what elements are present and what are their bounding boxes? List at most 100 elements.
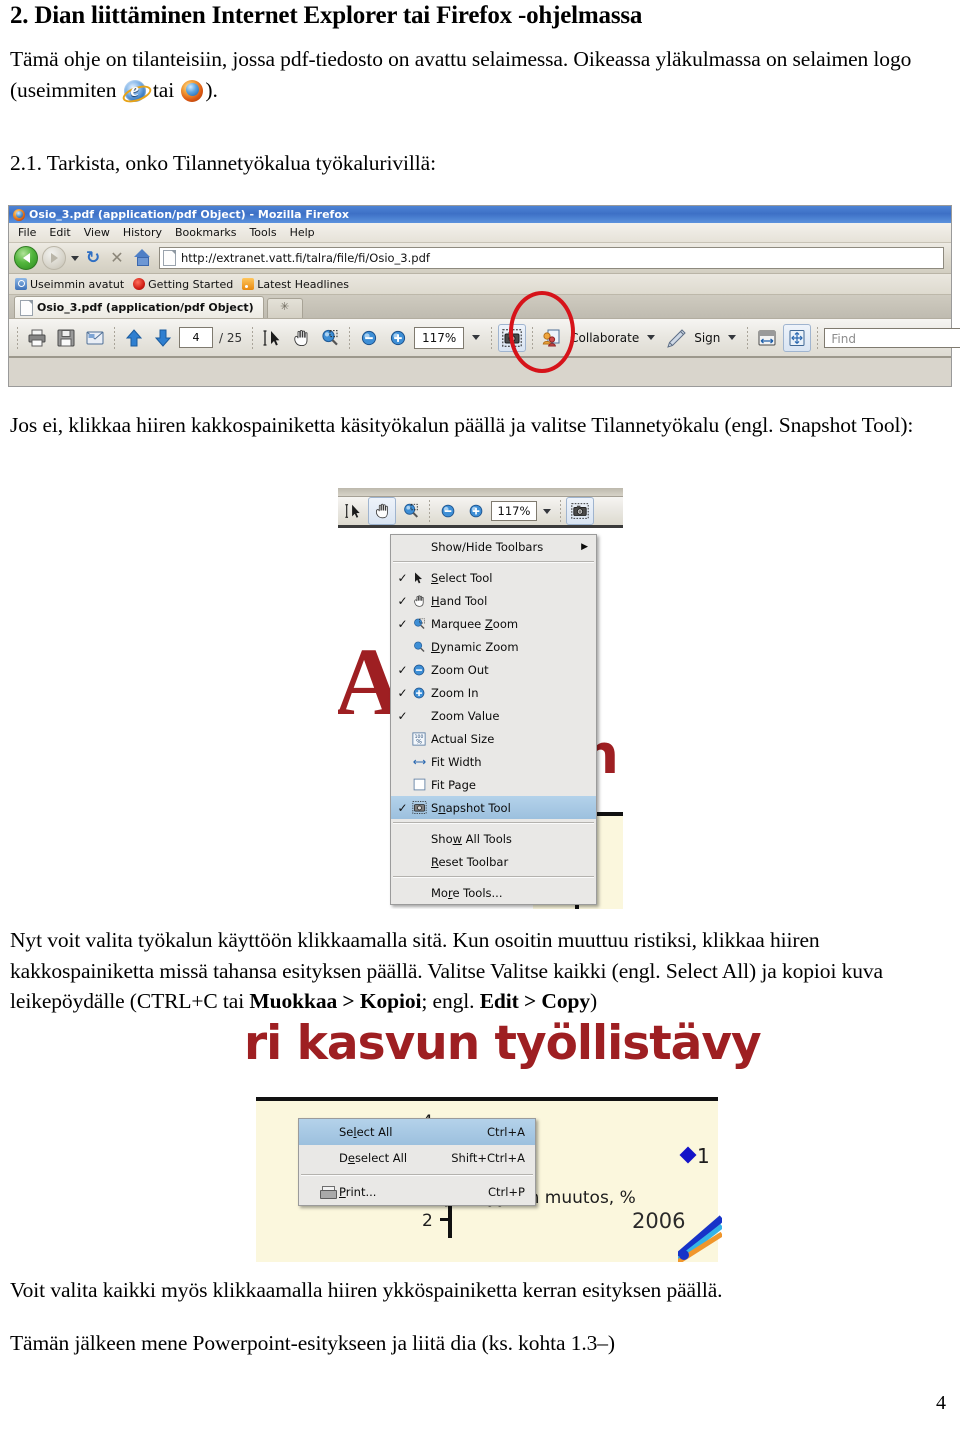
pdf-slide-heading: ri kasvun työllistävy xyxy=(244,1016,762,1071)
toolbar-separator xyxy=(429,500,430,522)
find-input[interactable]: Find xyxy=(824,327,960,348)
menu-item-snapshot-tool[interactable]: ✓ Snapshot Tool xyxy=(391,796,596,819)
menu-item-select-all[interactable]: Select All Ctrl+A xyxy=(299,1119,535,1145)
firefox-tabstrip: Osio_3.pdf (application/pdf Object) xyxy=(9,295,951,318)
window-title: Osio_3.pdf (application/pdf Object) - Mo… xyxy=(29,208,349,221)
snapshot-tool-icon[interactable] xyxy=(498,323,527,352)
menu-edit[interactable]: Edit xyxy=(49,226,70,239)
menu-history[interactable]: History xyxy=(123,226,162,239)
menu-item-deselect-all[interactable]: Deselect All Shift+Ctrl+A xyxy=(299,1145,535,1171)
marquee-zoom-icon[interactable] xyxy=(398,498,424,524)
menu-item-zoom-in[interactable]: ✓ Zoom In xyxy=(391,681,596,704)
menu-item-label: Actual Size xyxy=(431,731,495,746)
menu-item-select-tool[interactable]: ✓ Select Tool xyxy=(391,566,596,589)
hand-tool-icon[interactable] xyxy=(368,497,396,525)
chart-tick-mark-bottom xyxy=(440,1218,449,1221)
toolbar-separator xyxy=(252,326,254,349)
new-tab-icon[interactable] xyxy=(266,298,303,318)
zoom-in-icon xyxy=(410,685,428,700)
actual-size-icon: 100 % xyxy=(410,731,428,746)
menu-item-dynamic-zoom[interactable]: Dynamic Zoom xyxy=(391,635,596,658)
acrobat-toolbar-fragment: 117% xyxy=(338,497,623,528)
menu-tools[interactable]: Tools xyxy=(249,226,276,239)
zoom-in-icon[interactable] xyxy=(385,325,411,351)
check-mark-icon: ✓ xyxy=(397,685,408,700)
check-mark-icon: ✓ xyxy=(397,708,408,723)
bookmark-useimmin-avatut[interactable]: Useimmin avatut xyxy=(15,278,124,291)
home-icon[interactable] xyxy=(131,249,153,267)
up-arrow-icon[interactable] xyxy=(121,325,147,351)
sign-pen-icon[interactable] xyxy=(663,325,689,351)
bold-muokkaa-kopioi: Muokkaa > Kopioi xyxy=(249,989,422,1014)
hand-tool-icon[interactable] xyxy=(288,325,314,351)
screenshot-top-edge xyxy=(338,488,623,497)
chevron-down-icon[interactable] xyxy=(472,335,481,340)
menu-item-label: Hand Tool xyxy=(431,593,488,608)
print-icon xyxy=(318,1185,337,1200)
zoom-out-icon[interactable] xyxy=(435,498,461,524)
check-mark-icon: ✓ xyxy=(397,593,408,608)
chevron-down-icon[interactable] xyxy=(647,335,656,340)
submenu-arrow-icon: ▶ xyxy=(581,541,588,552)
menu-item-print[interactable]: Print... Ctrl+P xyxy=(299,1179,535,1205)
menu-item-reset-toolbar[interactable]: Reset Toolbar xyxy=(391,850,596,873)
menu-item-fit-width[interactable]: Fit Width xyxy=(391,750,596,773)
tab-osio-3-pdf[interactable]: Osio_3.pdf (application/pdf Object) xyxy=(14,296,264,318)
paragraph-jos-ei: Jos ei, klikkaa hiiren kakkospainiketta … xyxy=(10,413,914,437)
save-icon[interactable] xyxy=(53,325,79,351)
forward-arrow-icon[interactable] xyxy=(42,246,66,270)
step-2-1-heading: 2.1. Tarkista, onko Tilannetyökalua työk… xyxy=(10,151,436,175)
menu-item-show-all-tools[interactable]: Show All Tools xyxy=(391,827,596,850)
zoom-in-icon[interactable] xyxy=(463,498,489,524)
toolbar-separator xyxy=(491,326,493,349)
menu-item-more-tools[interactable]: More Tools... xyxy=(391,881,596,904)
zoom-value-input[interactable]: 117% xyxy=(414,326,465,349)
toolbar-separator xyxy=(560,500,561,522)
sign-label[interactable]: Sign xyxy=(694,331,720,345)
menu-item-hand-tool[interactable]: ✓ Hand Tool xyxy=(391,589,596,612)
stop-icon[interactable]: ✕ xyxy=(107,250,127,266)
down-arrow-icon[interactable] xyxy=(150,325,176,351)
collaborate-icon[interactable] xyxy=(539,325,565,351)
reload-icon[interactable]: ↻ xyxy=(83,249,103,267)
snapshot-tool-icon[interactable] xyxy=(566,497,594,525)
menu-separator xyxy=(393,822,594,824)
menu-item-label: Fit Width xyxy=(431,754,482,769)
menu-file[interactable]: File xyxy=(18,226,36,239)
select-tool-icon[interactable] xyxy=(259,325,285,351)
menu-item-label: Zoom In xyxy=(431,685,479,700)
bookmark-latest-headlines[interactable]: Latest Headlines xyxy=(242,278,349,291)
menu-item-marquee-zoom[interactable]: ✓ Marquee Zoom xyxy=(391,612,596,635)
print-icon[interactable] xyxy=(24,325,50,351)
menu-help[interactable]: Help xyxy=(290,226,315,239)
menu-item-zoom-out[interactable]: ✓ Zoom Out xyxy=(391,658,596,681)
firefox-titlebar: Osio_3.pdf (application/pdf Object) - Mo… xyxy=(9,206,951,223)
check-mark-icon: ✓ xyxy=(397,662,408,677)
email-icon[interactable] xyxy=(82,325,108,351)
menu-item-zoom-value[interactable]: ✓ Zoom Value xyxy=(391,704,596,727)
menu-item-actual-size[interactable]: 100 % Actual Size xyxy=(391,727,596,750)
bookmark-getting-started[interactable]: Getting Started xyxy=(133,278,233,291)
page-total-label: / 25 xyxy=(219,330,243,345)
select-tool-icon[interactable] xyxy=(340,498,366,524)
menu-bookmarks[interactable]: Bookmarks xyxy=(175,226,236,239)
menu-item-show-hide-toolbars[interactable]: Show/Hide Toolbars ▶ xyxy=(391,535,596,558)
chevron-down-icon[interactable] xyxy=(728,335,737,340)
fit-page-icon[interactable] xyxy=(783,323,812,352)
menu-item-fit-page[interactable]: Fit Page xyxy=(391,773,596,796)
most-visited-icon xyxy=(15,278,27,290)
zoom-value-input[interactable]: 117% xyxy=(491,501,537,521)
chevron-down-icon[interactable] xyxy=(543,508,551,514)
zoom-out-icon[interactable] xyxy=(356,325,382,351)
url-address-bar[interactable]: http://extranet.vatt.fi/talra/file/fi/Os… xyxy=(159,247,944,269)
marquee-zoom-icon[interactable] xyxy=(317,325,343,351)
collaborate-label[interactable]: Collaborate xyxy=(570,331,639,345)
menu-item-label: Reset Toolbar xyxy=(431,854,509,869)
menu-view[interactable]: View xyxy=(84,226,110,239)
page-number-input[interactable]: 4 xyxy=(179,327,213,348)
fit-width-icon[interactable] xyxy=(754,325,780,351)
menu-icon-placeholder xyxy=(410,708,428,723)
chevron-down-icon[interactable] xyxy=(71,255,79,261)
fit-width-icon xyxy=(410,754,428,769)
back-arrow-icon[interactable] xyxy=(14,246,38,270)
